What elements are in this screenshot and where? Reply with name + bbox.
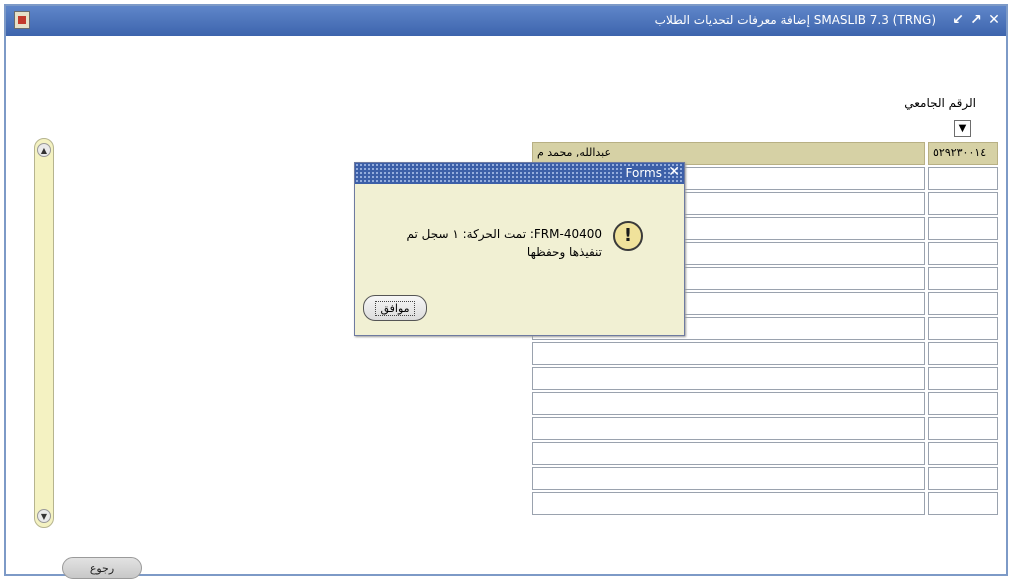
maximize-icon[interactable]: ↗ <box>968 12 984 28</box>
university-id-field[interactable] <box>928 417 998 440</box>
university-id-field[interactable] <box>928 367 998 390</box>
title-bar: ✕ ↗ ↙ (SMASLIB 7.3 (TRNG إضافة معرفات لت… <box>6 6 1006 36</box>
vertical-scrollbar[interactable]: ▲ ▼ <box>34 138 54 528</box>
university-id-field[interactable] <box>928 392 998 415</box>
close-icon[interactable]: ✕ <box>986 12 1002 28</box>
warning-icon: ! <box>613 221 643 251</box>
student-name-field[interactable] <box>532 442 925 465</box>
window-title: (SMASLIB 7.3 (TRNG إضافة معرفات لتحديات … <box>654 13 936 27</box>
lov-dropdown-button[interactable]: ▼ <box>954 120 971 137</box>
university-id-field[interactable] <box>928 342 998 365</box>
university-id-field[interactable] <box>928 292 998 315</box>
close-icon[interactable]: ✕ <box>668 164 680 180</box>
student-name-field[interactable] <box>532 417 925 440</box>
university-id-field[interactable] <box>928 267 998 290</box>
dialog-message: FRM-40400: تمت الحركة: ١ سجل تم تنفيذها … <box>406 227 603 259</box>
scroll-up-icon[interactable]: ▲ <box>37 143 51 157</box>
student-name-field[interactable] <box>532 367 925 390</box>
university-id-field[interactable] <box>928 467 998 490</box>
student-name-field[interactable] <box>532 342 925 365</box>
university-id-field[interactable]: ٥٢٩٢٣٠٠١٤ <box>928 142 998 165</box>
ok-button[interactable]: موافق <box>363 295 427 321</box>
scroll-down-icon[interactable]: ▼ <box>37 509 51 523</box>
university-id-field[interactable] <box>928 217 998 240</box>
minimize-icon[interactable]: ↙ <box>950 12 966 28</box>
university-id-field[interactable] <box>928 242 998 265</box>
student-name-field[interactable] <box>532 392 925 415</box>
university-id-field[interactable] <box>928 167 998 190</box>
university-id-field[interactable] <box>928 192 998 215</box>
student-name-field[interactable] <box>532 467 925 490</box>
university-id-label: الرقم الجامعي <box>904 96 976 110</box>
dialog-title-bar: Forms ✕ <box>355 163 684 184</box>
chevron-down-icon: ▼ <box>958 123 967 134</box>
university-id-field[interactable] <box>928 492 998 515</box>
back-button[interactable]: رجوع <box>62 557 142 579</box>
ok-button-label: موافق <box>375 300 415 316</box>
university-id-field[interactable] <box>928 317 998 340</box>
forms-alert-dialog: Forms ✕ ! FRM-40400: تمت الحركة: ١ سجل ت… <box>354 162 685 336</box>
student-name-field[interactable] <box>532 492 925 515</box>
app-icon <box>14 11 30 29</box>
dialog-title: Forms <box>622 166 662 180</box>
university-id-field[interactable] <box>928 442 998 465</box>
